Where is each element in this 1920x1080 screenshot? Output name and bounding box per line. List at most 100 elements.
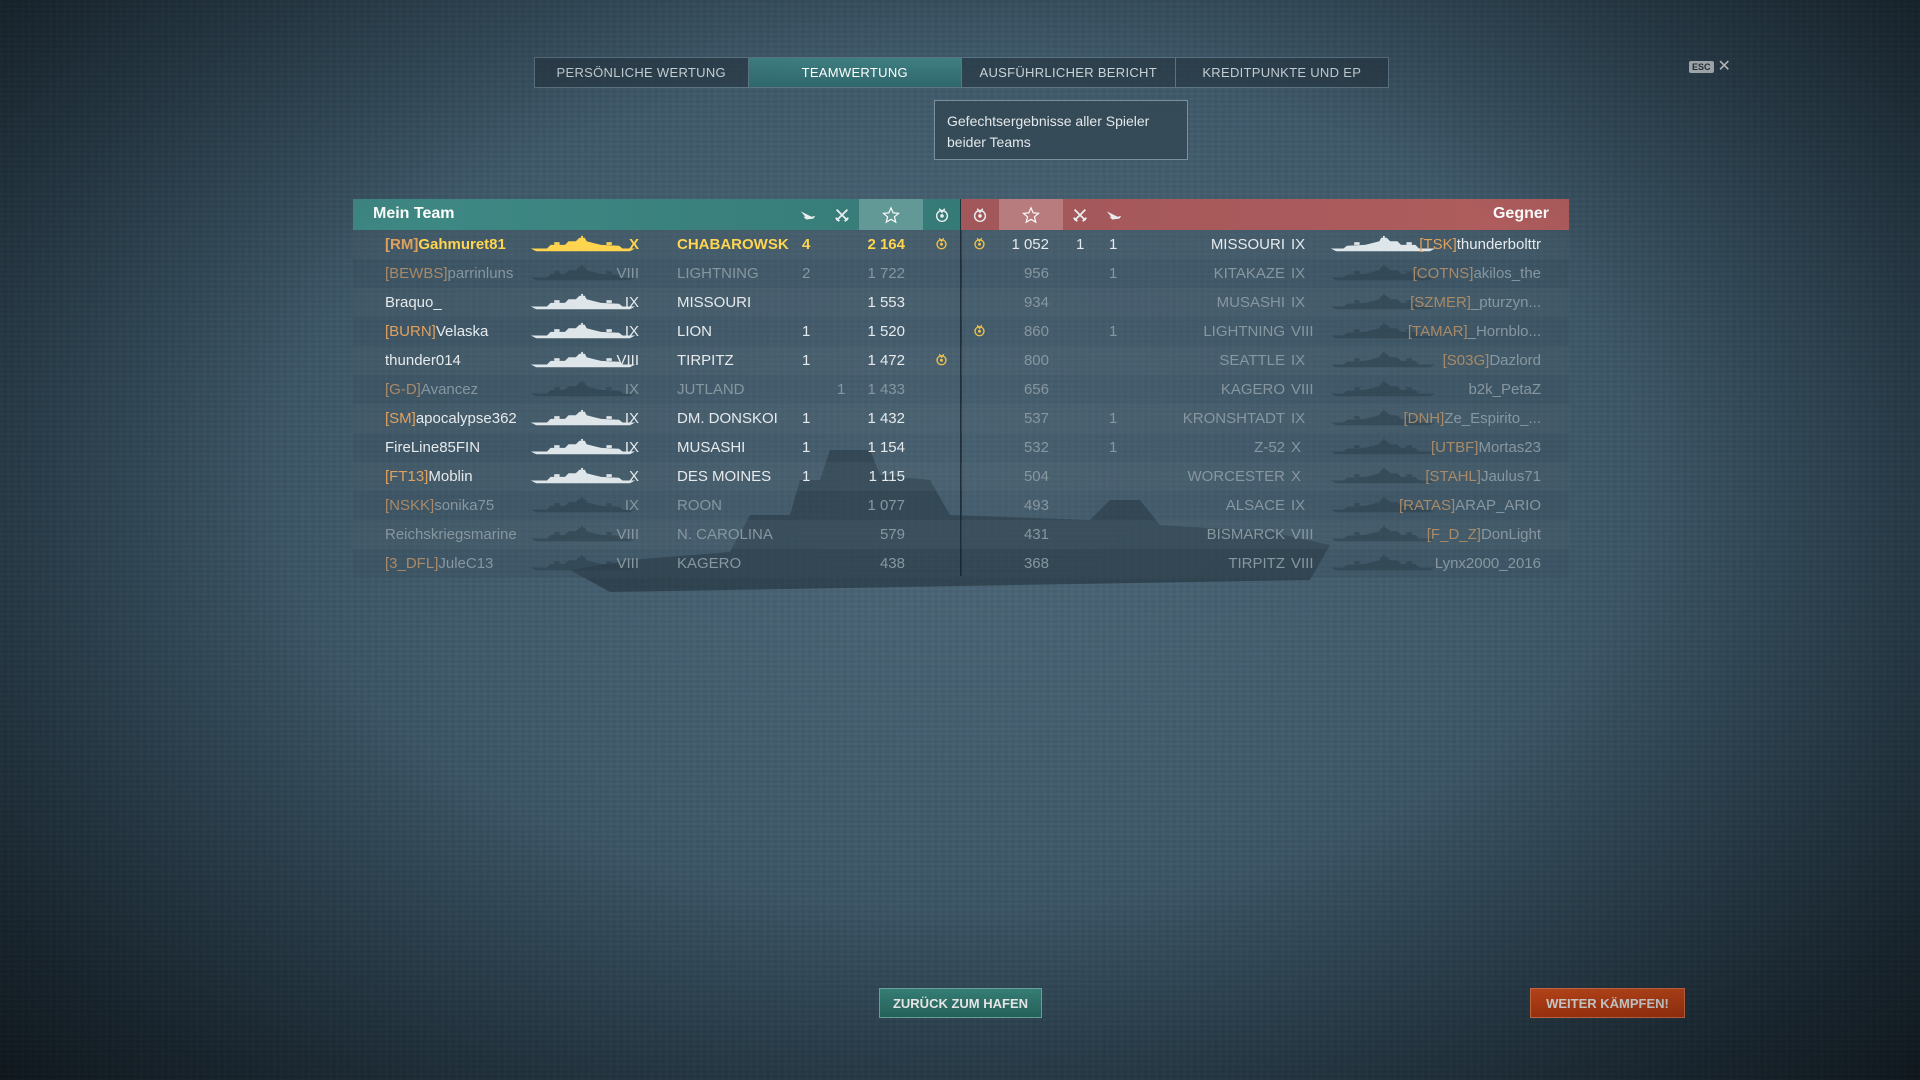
player-name: [STAHL]Jaulus71 [1425,468,1541,485]
kills-count: 1 [802,410,811,427]
clan-tag: [COTNS] [1412,265,1474,282]
player-nickname: thunder014 [385,352,461,369]
tab-team-score[interactable]: TEAMWERTUNG [748,58,962,87]
player-row[interactable]: [SM]apocalypse362 IX DM. DONSKOI 1 1 432 [353,404,961,433]
ship-tier: VIII [616,265,639,282]
player-row[interactable]: [NSKK]sonika75 IX ROON 1 077 [353,491,961,520]
player-nickname: JuleC13 [438,555,494,572]
player-nickname: sonika75 [434,497,495,514]
ship-tier: IX [624,381,639,398]
player-row[interactable]: 537 1 KRONSHTADT IX [DNH]Ze_Espirito_... [961,404,1569,433]
player-row[interactable]: 800 SEATTLE IX [S03G]Dazlord [961,346,1569,375]
base-xp: 1 472 [867,352,905,369]
player-name: [NSKK]sonika75 [385,497,494,514]
player-row[interactable]: thunder014 VIII TIRPITZ 1 1 472 [353,346,961,375]
clan-tag: [UTBF] [1430,439,1479,456]
base-xp: 493 [1023,497,1049,514]
my-team-panel: Mein Team [RM]Gahmuret81 X CHABAROWSK 4 2 16… [353,199,961,578]
player-row[interactable]: 656 KAGERO VIII b2k_PetaZ [961,375,1569,404]
ship-name: KRONSHTADT [1182,410,1285,427]
clan-tag: [BURN] [385,323,436,340]
player-row[interactable]: Braquo_ IX MISSOURI 1 553 [353,288,961,317]
close-icon: ✕ [1717,58,1731,75]
medal-icon [961,199,999,230]
player-name: [BURN]Velaska [385,323,488,340]
player-nickname: parrinluns [447,265,514,282]
ship-tier: VIII [616,555,639,572]
player-name: Reichskriegsmarine [385,526,517,543]
star-icon [859,199,923,230]
base-xp: 800 [1023,352,1049,369]
tooltip-line-2: beider Teams [947,134,1031,150]
ship-name: ALSACE [1225,497,1285,514]
player-row[interactable]: 934 MUSASHI IX [SZMER]_pturzyn... [961,288,1569,317]
medal-icon [923,199,961,230]
player-name: [BEWBS]parrinluns [385,265,513,282]
player-row[interactable]: 956 1 KITAKAZE IX [COTNS]akilos_the [961,259,1569,288]
player-nickname: Velaska [435,323,489,340]
ship-name: MISSOURI [677,294,752,311]
player-name: [SZMER]_pturzyn... [1410,294,1541,311]
return-to-port-button[interactable]: ZURÜCK ZUM HAFEN [879,988,1042,1018]
player-nickname: Mortas23 [1478,439,1541,456]
base-xp: 1 520 [867,323,905,340]
enemy-team-title: Gegner [1492,205,1549,222]
player-row[interactable]: 431 BISMARCK VIII [F_D_Z]DonLight [961,520,1569,549]
player-row[interactable]: 860 1 LIGHTNING VIII [TAMAR]_Hornblo... [961,317,1569,346]
tab-credits-xp[interactable]: KREDITPUNKTE UND EP [1176,58,1389,87]
player-row[interactable]: [RM]Gahmuret81 X CHABAROWSK 4 2 164 [353,230,961,259]
crossed-swords-icon [1063,199,1097,230]
my-team-header: Mein Team [353,199,961,230]
player-nickname: thunderbolttr [1456,236,1541,253]
player-row[interactable]: [BURN]Velaska IX LION 1 1 520 [353,317,961,346]
ship-tier: VIII [1291,381,1314,398]
kills-count: 2 [802,265,811,282]
ship-tier: IX [624,410,639,427]
player-row[interactable]: Reichskriegsmarine VIII N. CAROLINA 579 [353,520,961,549]
tab-detailed-report[interactable]: AUSFÜHRLICHER BERICHT [962,58,1176,87]
tab-personal-score[interactable]: PERSÖNLICHE WERTUNG [535,58,749,87]
ship-tier: X [1291,439,1302,456]
aircraft-icon [1097,199,1131,230]
player-row[interactable]: 368 TIRPITZ VIII Lynx2000_2016 [961,549,1569,578]
player-name: [3_DFL]JuleC13 [385,555,493,572]
clan-tag: [BEWBS] [385,265,448,282]
my-team-title: Mein Team [373,205,455,222]
player-row[interactable]: 504 WORCESTER X [STAHL]Jaulus71 [961,462,1569,491]
ship-tier: IX [1291,352,1306,369]
base-xp: 1 432 [867,410,905,427]
player-row[interactable]: 1 052 1 1 MISSOURI IX [TSK]thunderbolttr [961,230,1569,259]
player-row[interactable]: 532 1 Z-52 X [UTBF]Mortas23 [961,433,1569,462]
clan-tag: [G-D] [385,381,421,398]
player-nickname: Ze_Espirito_... [1444,410,1541,427]
enemy-team-header: Gegner [961,199,1569,230]
ship-tier: X [628,236,639,253]
player-row[interactable]: 493 ALSACE IX [RATAS]ARAP_ARIO [961,491,1569,520]
player-nickname: DonLight [1480,526,1541,543]
base-xp: 537 [1023,410,1049,427]
close-button[interactable]: ESC ✕ [1689,58,1731,75]
continue-fighting-button[interactable]: WEITER KÄMPFEN! [1530,988,1685,1018]
clan-tag: [RATAS] [1399,497,1456,514]
planes-count: 1 [1109,439,1118,456]
ship-name: DES MOINES [677,468,772,485]
base-xp: 532 [1023,439,1049,456]
ship-silhouette [1323,380,1443,398]
clan-tag: [TAMAR] [1407,323,1468,340]
player-nickname: Reichskriegsmarine [385,526,517,543]
crossed-swords-icon [825,199,859,230]
player-nickname: Gahmuret81 [418,236,506,253]
player-row[interactable]: [FT13]Moblin X DES MOINES 1 1 115 [353,462,961,491]
player-row[interactable]: FireLine85FIN IX MUSASHI 1 1 154 [353,433,961,462]
base-xp: 1 077 [867,497,905,514]
player-row[interactable]: [3_DFL]JuleC13 VIII KAGERO 438 [353,549,961,578]
planes-count: 1 [1109,323,1118,340]
player-nickname: Lynx2000_2016 [1434,555,1541,572]
base-xp: 860 [1023,323,1049,340]
ship-tier: X [1291,468,1302,485]
ship-tier: VIII [1291,526,1314,543]
aircraft-icon [791,199,825,230]
ship-name: KITAKAZE [1213,265,1285,282]
player-row[interactable]: [G-D]Avancez IX JUTLAND 1 1 433 [353,375,961,404]
player-row[interactable]: [BEWBS]parrinluns VIII LIGHTNING 2 1 722 [353,259,961,288]
